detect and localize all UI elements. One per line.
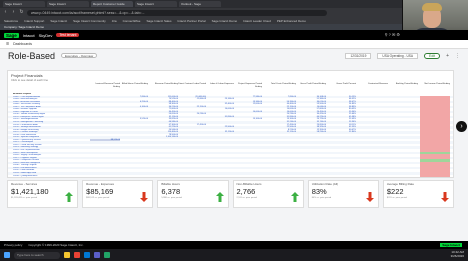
forward-icon[interactable]: ›	[11, 10, 16, 15]
location-filter[interactable]: USA Operating - USA	[377, 52, 419, 59]
arrow-up-icon	[290, 189, 299, 202]
sage-logo[interactable]: Sage	[4, 32, 19, 38]
outlook-icon[interactable]	[84, 252, 90, 258]
report-column-headers: Invoiced Revenue Period Ending Billed Hou…	[8, 83, 453, 92]
kpi-label: Non-Billable Hours	[236, 182, 262, 186]
bookmark-link[interactable]: Sage Intacct	[50, 19, 67, 23]
menu-icon[interactable]: ☰	[6, 42, 9, 46]
chevron-right-icon[interactable]: ›	[456, 121, 467, 132]
column-header[interactable]: Gross Profit Period Ending	[296, 83, 326, 86]
address-bar[interactable]: www.p-0449.intacct.com/ia/acct/frameset.…	[27, 9, 327, 16]
date-filter[interactable]: 12/31/2019	[345, 52, 372, 59]
bookmark-link[interactable]: Intacct Support	[24, 19, 44, 23]
column-header[interactable]: Invoiced Revenue Period Ending	[90, 83, 120, 88]
teams-icon[interactable]	[94, 252, 100, 258]
column-header[interactable]: Labor & Labor Expenses	[204, 83, 234, 86]
subnav-dashboards[interactable]: Dashboards	[13, 42, 32, 46]
dashboard-selector[interactable]: Executive - Overview	[61, 53, 98, 58]
kpi-card[interactable]: Billable Hours 6,378 5,986 vs. prior perio…	[157, 180, 229, 208]
column-header[interactable]: Gross Profit Percent	[326, 83, 356, 86]
back-icon[interactable]: ‹	[3, 10, 8, 15]
bookmark-link[interactable]: Intacct Partner Portal	[177, 19, 205, 23]
kpi-card[interactable]: Average Billing Rate $222 $231 vs. prior p…	[382, 180, 455, 208]
kpi-label: Revenue - Expenses	[86, 182, 115, 186]
kpi-card[interactable]: Revenue - Services $1,421,180 $1,183,420 v…	[7, 180, 79, 208]
env-badge: Test tenant	[56, 33, 80, 37]
taskbar-clock: 10:42 AM 3/26/2020	[450, 250, 464, 258]
bookmark-link[interactable]: Salesforce	[4, 19, 18, 23]
column-header[interactable]: Project Expenses Period Ending	[232, 83, 262, 88]
report-title: Project Financials	[11, 73, 43, 78]
report-subtitle: Click to see detail of each line	[11, 78, 49, 82]
taskbar-search[interactable]: Type here to search	[14, 251, 60, 259]
kpi-card[interactable]: Non-Billable Hours 2,766 2,511 vs. prior p…	[232, 180, 304, 208]
clock-date: 3/26/2020	[450, 253, 464, 258]
footer: Privacy policy Copyright © 1999-2020 Sag…	[0, 241, 468, 249]
browser-urlbar: ‹ › ↻ www.p-0449.intacct.com/ia/acct/fra…	[0, 8, 468, 17]
bookmark-link[interactable]: Sage Intacct Demo	[212, 19, 238, 23]
privacy-link[interactable]: Privacy policy	[4, 243, 22, 247]
bookmark-link[interactable]: PEP Enhanced Demo	[277, 19, 306, 23]
browser-tabbar: Sage Intacct Sage Intacct Report Customer …	[0, 0, 468, 8]
header-icons[interactable]: ⚲ ? ✉ ⚙	[385, 32, 400, 37]
page-title: Role-Based	[8, 50, 56, 61]
arrow-down-icon	[365, 189, 374, 202]
browser-tab[interactable]: Sage Intacct	[3, 1, 45, 7]
kpi-label: Utilization Rate (All)	[311, 182, 339, 186]
browser-tab[interactable]: Report Customer Guide	[91, 1, 133, 7]
bookmark-link[interactable]: Jira	[112, 19, 117, 23]
column-header[interactable]: Billed Hours Period Ending	[118, 83, 148, 86]
add-icon[interactable]: +	[446, 53, 449, 59]
copyright: Copyright © 1999-2020 Sage Intacct, Inc.	[28, 243, 84, 247]
arrow-down-icon	[441, 189, 450, 202]
bookmark-link[interactable]: Sage Intacct Community	[73, 19, 106, 23]
os-taskbar: Type here to search 10:42 AM 3/26/2020	[0, 249, 468, 261]
kpi-card[interactable]: Revenue - Expenses $85,169 $88,512 vs. pri…	[82, 180, 154, 208]
column-header[interactable]: Total Costs Period Ending	[266, 83, 296, 86]
product-name: Intacct	[22, 32, 35, 38]
app-header: Sage Intacct SkyDev Test tenant ⚲ ? ✉ ⚙	[0, 30, 468, 40]
bookmark-link[interactable]: ConnectWise	[123, 19, 141, 23]
column-header[interactable]: Revenue Period Ending	[148, 83, 178, 86]
report-rows: All Active Projects 10002 - CRM Implement…	[8, 93, 453, 177]
column-header[interactable]: Backlog Period Ending	[388, 83, 418, 86]
bookmarks-bar: Salesforce Intacct Support Sage Intacct Sag…	[0, 17, 468, 24]
more-icon[interactable]: ⋮	[455, 53, 460, 59]
file-explorer-icon[interactable]	[64, 252, 70, 258]
kpi-card[interactable]: Utilization Rate (All) 83% 84% vs. prior p…	[307, 180, 379, 208]
column-header[interactable]: Direct Contract Labor Period	[176, 83, 206, 86]
company-name[interactable]: SkyDev	[39, 33, 53, 38]
excel-icon[interactable]	[104, 252, 110, 258]
chrome-icon[interactable]	[74, 252, 80, 258]
footer-logo: Sage Intacct	[440, 242, 462, 247]
column-header[interactable]: Net Income Period Ending	[420, 83, 450, 86]
bookmark-link[interactable]: Sage Intacct Sales	[146, 19, 171, 23]
browser-tab[interactable]: Sage Intacct	[135, 1, 177, 7]
bookmark-link[interactable]: Intacct Leader Cloud	[243, 19, 271, 23]
browser-tab[interactable]: Sage Intacct	[47, 1, 89, 7]
kpi-cards: Revenue - Services $1,421,180 $1,183,420 v…	[7, 180, 455, 208]
presenter-hair	[422, 3, 442, 11]
subnav: ☰ Dashboards	[0, 40, 468, 49]
arrow-up-icon	[65, 189, 74, 202]
kpi-label: Billable Hours	[161, 182, 180, 186]
kpi-label: Average Billing Rate	[386, 182, 414, 186]
column-header[interactable]: Contracted Revenue	[358, 83, 388, 86]
windows-icon[interactable]	[4, 252, 10, 258]
arrow-down-icon	[140, 189, 149, 202]
edit-button[interactable]: Edit	[424, 52, 441, 59]
dashboard-toolbar: Role-Based Executive - Overview 12/31/20…	[0, 49, 468, 62]
dashboard-page: ☰ Dashboards Role-Based Executive - Over…	[0, 40, 468, 241]
project-financials-report: Project Financials Click to see detail o…	[7, 70, 454, 178]
browser-tab[interactable]: Outlook - Sage	[179, 1, 221, 7]
kpi-label: Revenue - Services	[11, 182, 38, 186]
reload-icon[interactable]: ↻	[19, 10, 24, 15]
arrow-up-icon	[215, 189, 224, 202]
